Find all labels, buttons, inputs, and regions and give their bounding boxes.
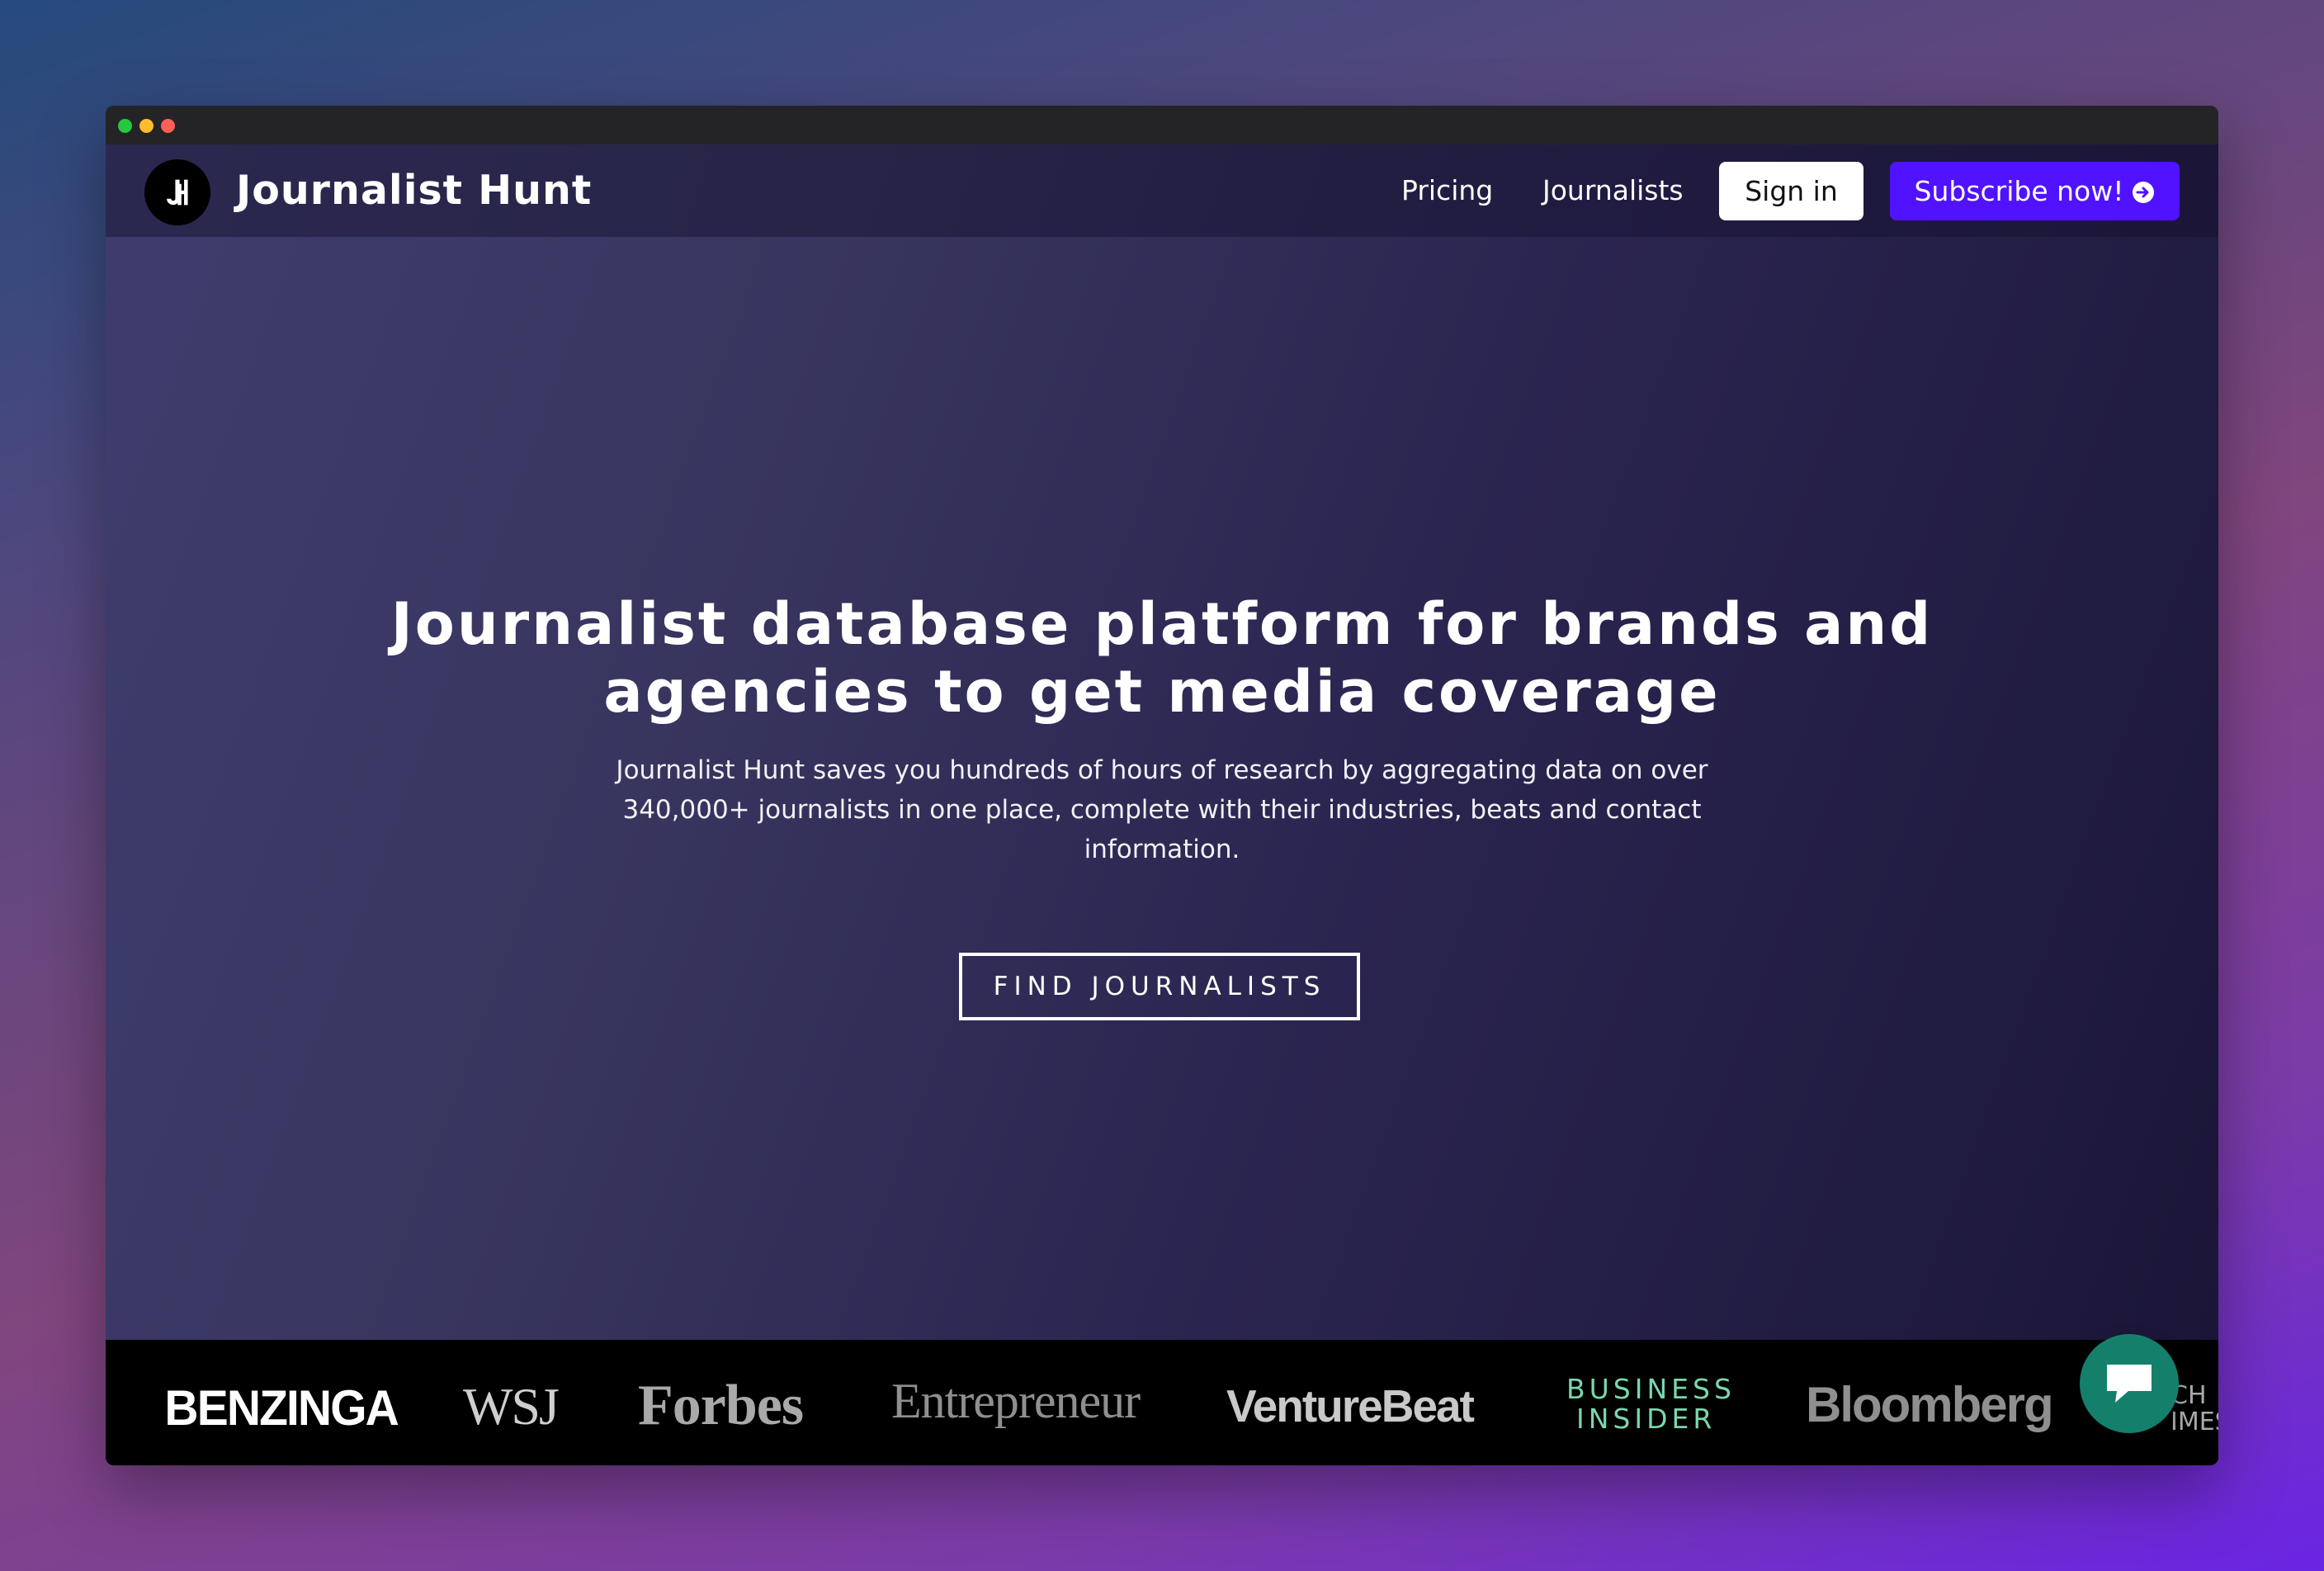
business-insider-logo-line-2: INSIDER [1576, 1403, 1717, 1435]
hero-headline-line-2: agencies to get media coverage [603, 658, 1721, 726]
hero-description-line-3: information. [1084, 835, 1240, 864]
forbes-logo: Forbes [638, 1374, 804, 1437]
hero-section: Journalist Hunt Pricing Journalists Sign… [106, 144, 2218, 1340]
entrepreneur-logo: Entrepreneur [891, 1374, 1141, 1428]
benzinga-logo: BENZINGA [164, 1380, 399, 1436]
chat-widget-button[interactable] [2080, 1334, 2179, 1433]
hero-description-line-2: 340,000+ journalists in one place, compl… [622, 795, 1702, 825]
chat-bubble-icon [2107, 1365, 2152, 1403]
hero-headline-line-1: Journalist database platform for brands … [390, 590, 1934, 658]
top-navbar: Journalist Hunt Pricing Journalists Sign… [106, 144, 2218, 237]
find-journalists-button[interactable]: FIND JOURNALISTS [959, 953, 1360, 1020]
wsj-logo: WSJ [463, 1377, 560, 1436]
bloomberg-logo: Bloomberg [1806, 1377, 2054, 1432]
nav-link-pricing[interactable]: Pricing [1401, 174, 1493, 207]
window-maximize-button[interactable] [118, 119, 132, 133]
sign-in-button[interactable]: Sign in [1719, 162, 1863, 220]
subscribe-button[interactable]: Subscribe now! [1890, 162, 2180, 220]
window-minimize-button[interactable] [139, 119, 154, 133]
nav-link-journalists[interactable]: Journalists [1542, 174, 1684, 207]
subscribe-button-label: Subscribe now! [1914, 175, 2124, 207]
hero-description: Journalist Hunt saves you hundreds of ho… [601, 750, 1723, 869]
business-insider-logo-line-1: BUSINESS [1566, 1373, 1736, 1405]
hero-description-line-1: Journalist Hunt saves you hundreds of ho… [616, 755, 1708, 785]
arrow-right-circle-icon [2133, 182, 2155, 203]
window-titlebar [106, 106, 2218, 144]
browser-window: Journalist Hunt Pricing Journalists Sign… [106, 106, 2218, 1465]
venturebeat-logo: VentureBeat [1226, 1380, 1475, 1431]
jh-monogram-icon[interactable] [144, 159, 210, 225]
window-close-button[interactable] [161, 119, 175, 133]
hero-headline: Journalist database platform for brands … [353, 590, 1971, 726]
brand-name[interactable]: Journalist Hunt [236, 169, 592, 212]
press-logo-strip: BENZINGA WSJ Forbes Entrepreneur Venture… [106, 1340, 2218, 1465]
tech-times-logo-line-2: IMES [2170, 1408, 2218, 1436]
